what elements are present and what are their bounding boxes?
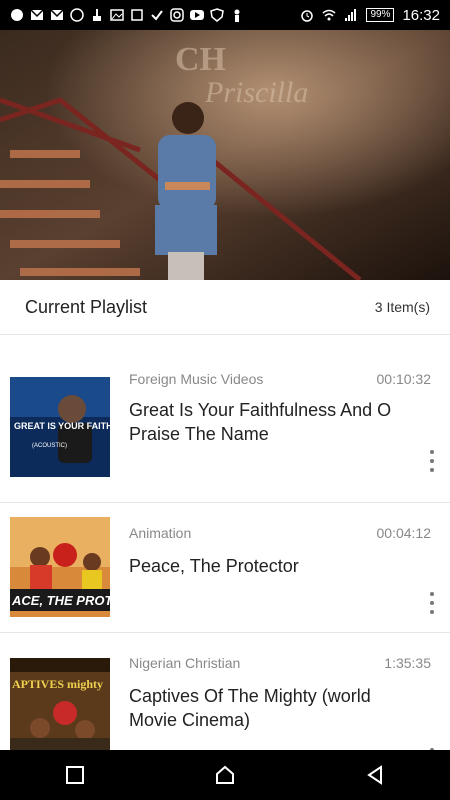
item-title[interactable]: Peace, The Protector — [129, 554, 419, 578]
thumbnail-subtext: (ACOUSTIC) — [32, 443, 67, 449]
app-notification-icon — [11, 9, 23, 21]
item-duration: 1:35:35 — [384, 655, 431, 671]
image-icon — [110, 9, 124, 21]
thumbnail-text: GREAT IS YOUR FAITHFULNESS — [14, 421, 110, 431]
thumbnail-text: ACE, THE PROTECT — [11, 593, 110, 608]
person-icon — [234, 9, 240, 22]
back-button[interactable] — [355, 755, 395, 795]
wall-sign-script: Priscilla — [204, 76, 308, 109]
browser-icon — [70, 8, 84, 22]
back-icon — [367, 765, 382, 785]
item-title[interactable]: Captives Of The Mighty (world Movie Cine… — [129, 684, 419, 732]
playlist-item[interactable]: ACE, THE PROTECT Animation 00:04:12 Peac… — [0, 504, 450, 634]
item-category: Foreign Music Videos — [129, 371, 264, 387]
gmail-icon — [30, 9, 44, 20]
thumbnail-text: APTIVES mighty — [12, 677, 103, 691]
home-button[interactable] — [205, 755, 245, 795]
instagram-icon — [170, 8, 184, 22]
divider — [0, 632, 450, 633]
video-thumbnail[interactable]: GREAT IS YOUR FAITHFULNESS (ACOUSTIC) — [10, 377, 110, 477]
sync-icon — [131, 9, 143, 21]
playlist-count: 3 Item(s) — [374, 299, 430, 315]
video-thumbnail[interactable]: ACE, THE PROTECT — [10, 517, 110, 617]
notification-icons — [10, 8, 244, 22]
playlist-header: Current Playlist 3 Item(s) — [0, 280, 450, 334]
shield-icon — [210, 8, 224, 22]
system-icons: 99% 16:32 — [300, 7, 440, 24]
signal-icon — [345, 9, 357, 21]
item-duration: 00:04:12 — [376, 525, 432, 541]
item-category: Animation — [129, 525, 192, 541]
divider — [0, 334, 450, 335]
video-frame[interactable]: CH Priscilla — [0, 30, 450, 280]
status-bar: 99% 16:32 — [0, 0, 450, 30]
gmail-icon — [50, 9, 64, 20]
check-icon — [151, 10, 163, 21]
item-duration: 00:10:32 — [376, 371, 432, 387]
more-options-icon[interactable] — [430, 592, 436, 614]
recent-apps-icon — [66, 766, 84, 784]
recent-apps-button[interactable] — [55, 755, 95, 795]
home-icon — [216, 765, 234, 784]
item-title[interactable]: Great Is Your Faithfulness And O Praise … — [129, 398, 419, 446]
playlist-title: Current Playlist — [25, 296, 148, 317]
wall-sign: CH — [175, 41, 226, 78]
alarm-icon — [301, 10, 314, 22]
divider — [0, 502, 450, 503]
item-category: Nigerian Christian — [129, 655, 241, 671]
battery-indicator: 99% — [366, 8, 395, 22]
video-thumbnail[interactable]: APTIVES mighty — [10, 658, 110, 758]
more-options-icon[interactable] — [430, 450, 436, 472]
wifi-icon — [322, 9, 336, 21]
video-player[interactable]: CH Priscilla — [0, 30, 450, 280]
youtube-icon — [190, 10, 204, 20]
broom-icon — [93, 9, 101, 21]
navigation-bar — [0, 750, 450, 800]
clock: 16:32 — [402, 6, 440, 24]
playlist-item[interactable]: APTIVES mighty Nigerian Christian 1:35:3… — [0, 634, 450, 770]
playlist-item[interactable]: GREAT IS YOUR FAITHFULNESS (ACOUSTIC) Fo… — [0, 350, 450, 480]
